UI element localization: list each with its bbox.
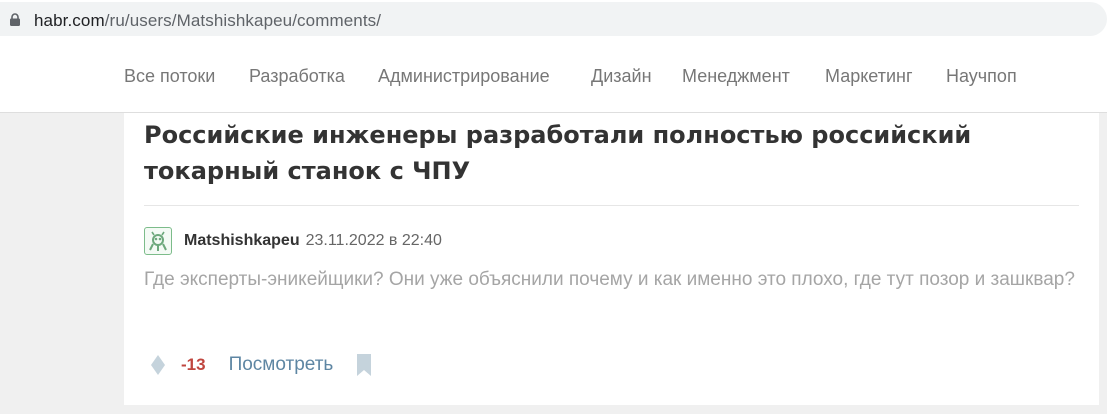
browser-address-bar: habr.com/ru/users/Matshishkapeu/comments…: [0, 0, 1107, 38]
nav-item-management[interactable]: Менеджмент: [682, 66, 790, 87]
nav-item-administration[interactable]: Администрирование: [378, 66, 550, 87]
post-title[interactable]: Российские инженеры разработали полность…: [144, 117, 1084, 189]
bookmark-icon[interactable]: [356, 354, 372, 376]
avatar-icon: [149, 231, 167, 251]
comment-meta: Matshishkapeu 23.11.2022 в 22:40: [144, 227, 442, 255]
nav-item-popsci[interactable]: Научпоп: [946, 66, 1017, 87]
nav-item-marketing[interactable]: Маркетинг: [825, 66, 913, 87]
url-path: /ru/users/Matshishkapeu/comments/: [104, 11, 382, 30]
nav-item-design[interactable]: Дизайн: [591, 66, 652, 87]
avatar[interactable]: [144, 227, 172, 255]
site-nav: Все потоки Разработка Администрирование …: [0, 38, 1107, 113]
comment-score: -13: [181, 355, 206, 374]
url-field[interactable]: habr.com/ru/users/Matshishkapeu/comments…: [0, 2, 1107, 36]
url-text[interactable]: habr.com/ru/users/Matshishkapeu/comments…: [34, 11, 381, 31]
comment-date: 23.11.2022 в 22:40: [305, 232, 442, 249]
lock-icon[interactable]: [9, 13, 21, 26]
comment-card: Российские инженеры разработали полность…: [124, 113, 1099, 405]
view-comment-link[interactable]: Посмотреть: [229, 354, 334, 376]
comment-text: Где эксперты-эникейщики? Они уже объясни…: [144, 269, 1075, 290]
vote-icon[interactable]: [151, 355, 165, 375]
url-host: habr.com: [34, 11, 105, 30]
nav-item-all-streams[interactable]: Все потоки: [124, 66, 215, 87]
comment-author[interactable]: Matshishkapeu: [184, 232, 300, 250]
nav-item-development[interactable]: Разработка: [249, 66, 345, 87]
comment-footer: -13 Посмотреть: [144, 350, 372, 380]
divider: [144, 205, 1079, 206]
